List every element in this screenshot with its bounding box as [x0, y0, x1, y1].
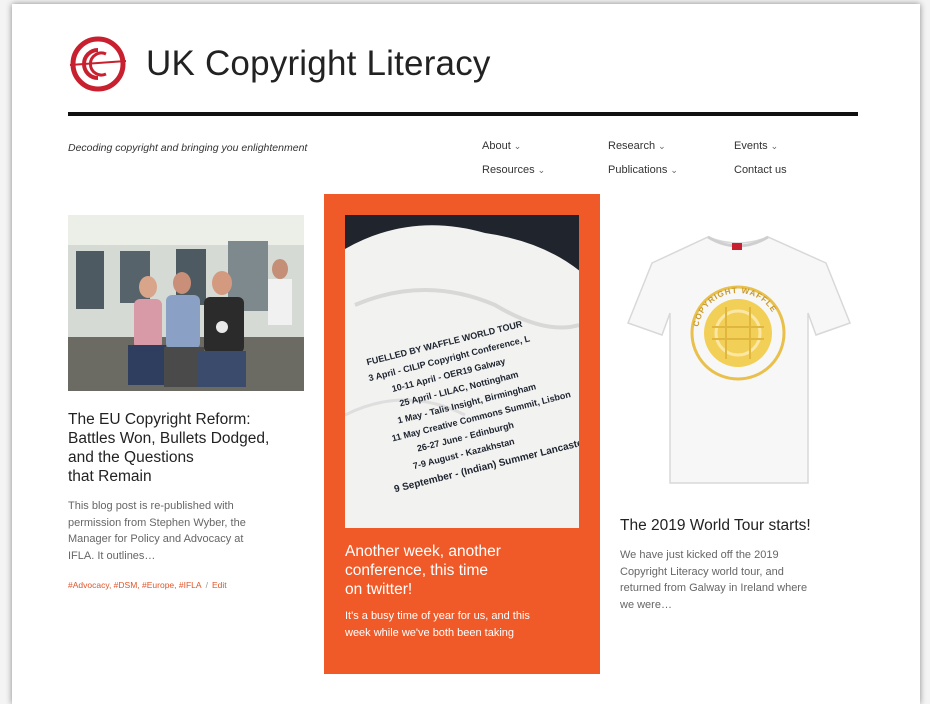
header-rule	[68, 112, 858, 116]
chevron-down-icon: ⌄	[658, 141, 666, 151]
excerpt-line: permission from Stephen Wyber, the	[68, 516, 246, 529]
excerpt-line: IFLA. It outlines…	[68, 549, 156, 562]
cc-copyright-logo-icon[interactable]	[68, 34, 128, 94]
nav-label: About	[482, 140, 511, 152]
post-title-line[interactable]: The EU Copyright Reform:	[68, 410, 304, 429]
nav-item-contact[interactable]: Contact us	[734, 164, 787, 176]
nav-label: Research	[608, 140, 656, 152]
nav-label: Publications	[608, 164, 668, 176]
nav-label: Resources	[482, 164, 535, 176]
chevron-down-icon: ⌄	[537, 165, 546, 175]
nav-label: Contact us	[734, 164, 787, 176]
excerpt-line: Copyright Literacy world tour, and	[620, 565, 784, 578]
post-title-line[interactable]: The 2019 World Tour starts!	[620, 516, 856, 535]
nav-item-about[interactable]: About ⌄	[482, 140, 521, 152]
chevron-down-icon: ⌄	[670, 165, 678, 175]
post-card-twitter-conference[interactable]: FUELLED BY WAFFLE WORLD TOUR 3 April - C…	[324, 194, 600, 674]
nav-item-publications[interactable]: Publications ⌄	[608, 164, 678, 176]
post-title[interactable]: Another week, another conference, this t…	[345, 542, 579, 599]
site-title[interactable]: UK Copyright Literacy	[146, 44, 491, 84]
post-title[interactable]: The EU Copyright Reform: Battles Won, Bu…	[68, 410, 304, 486]
post-title-line[interactable]: Battles Won, Bullets Dodged,	[68, 429, 304, 448]
excerpt-line: This blog post is re-published with	[68, 500, 234, 512]
meta-separator: /	[205, 580, 208, 590]
excerpt-line: week while we've both been taking	[345, 626, 515, 639]
post-tags-link[interactable]: #Advocacy, #DSM, #Europe, #IFLA	[68, 580, 202, 590]
post-title-line[interactable]: that Remain	[68, 467, 304, 486]
post-title-line[interactable]: on twitter!	[345, 580, 579, 599]
post-title-line[interactable]: and the Questions	[68, 448, 304, 467]
excerpt-line: We have just kicked off the 2019	[620, 549, 779, 561]
post-title[interactable]: The 2019 World Tour starts!	[620, 516, 856, 535]
excerpt-line: Manager for Policy and Advocacy at	[68, 533, 244, 545]
nav-label: Events	[734, 140, 768, 152]
post-card-world-tour[interactable]: COPYRIGHT WAFFLE The 2019 World Tour sta…	[620, 215, 856, 613]
post-excerpt: It's a busy time of year for us, and thi…	[345, 608, 579, 641]
nav-item-research[interactable]: Research ⌄	[608, 140, 666, 152]
excerpt-line: returned from Galway in Ireland where	[620, 582, 808, 594]
excerpt-line: It's a busy time of year for us, and thi…	[345, 610, 530, 622]
chevron-down-icon: ⌄	[513, 141, 522, 151]
chevron-down-icon: ⌄	[770, 141, 779, 151]
site-tagline: Decoding copyright and bringing you enli…	[68, 142, 308, 154]
post-meta: #Advocacy, #DSM, #Europe, #IFLA / Edit	[68, 580, 304, 590]
post-excerpt: This blog post is re-published with perm…	[68, 498, 304, 564]
post-card-eu-reform[interactable]: The EU Copyright Reform: Battles Won, Bu…	[68, 215, 304, 590]
post-excerpt: We have just kicked off the 2019 Copyrig…	[620, 547, 856, 613]
site-branding[interactable]: UK Copyright Literacy	[68, 34, 491, 94]
post-photo-group[interactable]	[68, 215, 304, 391]
edit-link[interactable]: Edit	[212, 580, 227, 590]
post-photo-waffle-tshirt[interactable]: COPYRIGHT WAFFLE	[620, 215, 856, 493]
excerpt-line: we were…	[620, 598, 672, 611]
post-title-line[interactable]: Another week, another	[345, 542, 579, 561]
post-photo-tshirt-print[interactable]: FUELLED BY WAFFLE WORLD TOUR 3 April - C…	[345, 215, 579, 528]
nav-item-resources[interactable]: Resources ⌄	[482, 164, 545, 176]
nav-item-events[interactable]: Events ⌄	[734, 140, 778, 152]
page-frame: UK Copyright Literacy Decoding copyright…	[12, 4, 920, 704]
post-title-line[interactable]: conference, this time	[345, 561, 579, 580]
